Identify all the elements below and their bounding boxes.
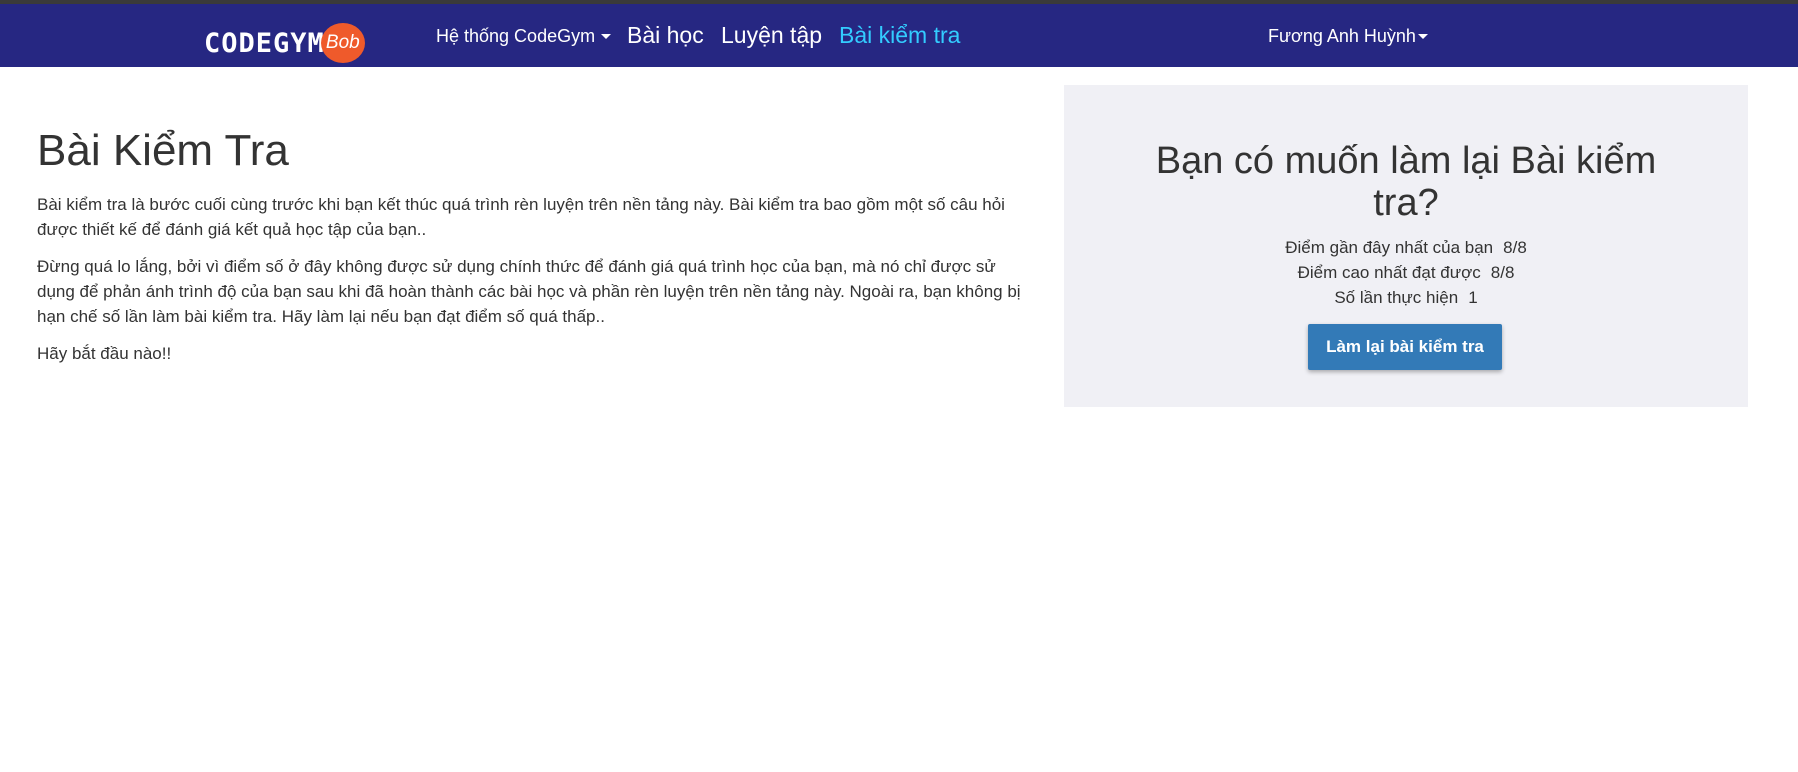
user-menu[interactable]: Fương Anh Huỳnh [1268,26,1428,48]
stat-best-score: Điểm cao nhất đạt được 8/8 [1064,261,1748,285]
nav-item-tests[interactable]: Bài kiểm tra [839,22,960,50]
nav-item-label: Luyện tập [721,22,823,48]
nav-item-lessons[interactable]: Bài học [627,22,704,50]
stat-label: Điểm gần đây nhất của bạn [1285,238,1494,257]
user-name: Fương Anh Huỳnh [1268,26,1416,46]
caret-down-icon [1417,33,1428,39]
stat-value: 8/8 [1490,263,1515,282]
logo-badge: Bob [320,23,365,63]
top-navbar: CODEGYM Bob Hệ thống CodeGym Bài học Luy… [0,4,1798,67]
panel-title-text: Bạn có muốn làm lại Bài kiểm tra? [1155,140,1657,224]
retake-test-button[interactable]: Làm lại bài kiểm tra [1308,324,1502,370]
codegym-logo[interactable]: CODEGYM Bob [204,23,365,63]
stat-latest-score: Điểm gần đây nhất của bạn 8/8 [1064,236,1748,260]
stat-value: 1 [1468,288,1478,307]
retake-panel: Bạn có muốn làm lại Bài kiểm tra? Điểm g… [1064,85,1748,407]
page-title: Bài Kiểm Tra [37,126,289,175]
nav-item-practice[interactable]: Luyện tập [721,22,822,50]
stat-label: Điểm cao nhất đạt được [1297,263,1481,282]
logo-text: CODEGYM [204,27,325,59]
intro-paragraph: Hãy bắt đầu nào!! [37,344,172,363]
test-intro: Bài Kiểm Tra Bài kiểm tra là bước cuối c… [37,124,1037,378]
caret-down-icon [601,33,612,39]
panel-title: Bạn có muốn làm lại Bài kiểm tra? [1064,140,1748,224]
nav-item-label: Bài học [627,22,704,48]
nav-item-label: Bài kiểm tra [839,22,961,48]
nav-item-label: Hệ thống CodeGym [436,26,596,46]
intro-paragraph: Đừng quá lo lắng, bởi vì điểm số ở đây k… [37,257,1021,326]
stat-attempt-count: Số lần thực hiện 1 [1064,286,1748,310]
intro-paragraph: Bài kiểm tra là bước cuối cùng trước khi… [37,195,1005,239]
nav-item-codegym-system[interactable]: Hệ thống CodeGym [436,26,612,48]
stat-value: 8/8 [1503,238,1527,257]
stat-label: Số lần thực hiện [1334,288,1459,307]
